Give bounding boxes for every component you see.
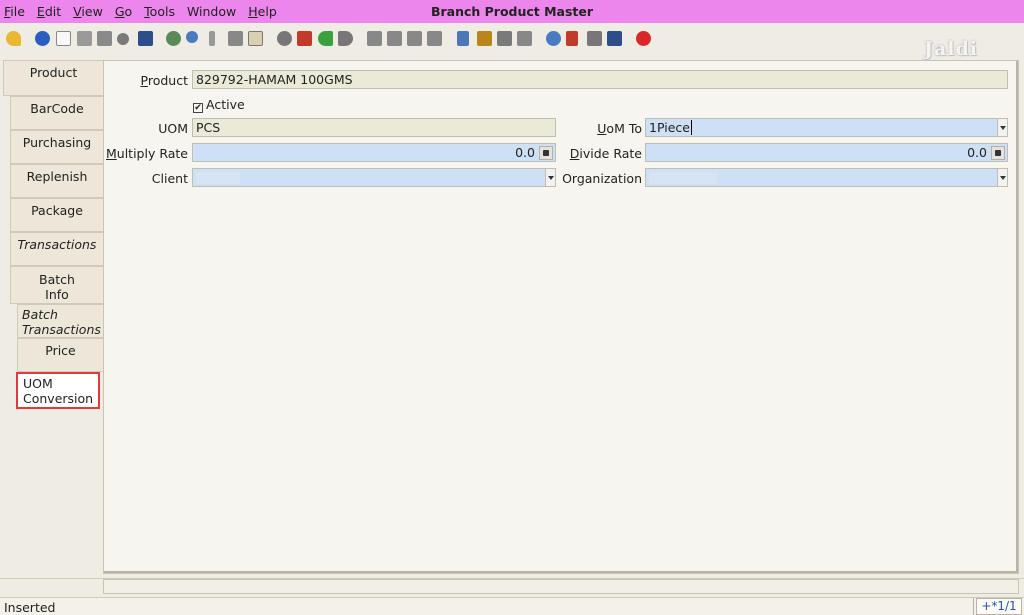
uom-to-label: UoM To <box>597 121 642 136</box>
status-bar: Inserted +*1/1 <box>0 597 1024 615</box>
uom-field[interactable]: PCS <box>192 118 556 137</box>
history-icon[interactable] <box>248 31 263 46</box>
tab-uom-conversion[interactable]: UOM Conversion <box>16 372 100 409</box>
client-label: Client <box>151 171 188 186</box>
print-icon[interactable] <box>497 31 512 46</box>
uom-to-select[interactable]: 1Piece <box>645 118 1008 137</box>
undo-icon[interactable] <box>6 31 21 46</box>
logo: Jaldi <box>923 38 978 60</box>
toolbar: Jaldi <box>0 26 1024 60</box>
product-field[interactable]: 829792-HAMAM 100GMS <box>192 70 1008 89</box>
tab-package[interactable]: Package <box>10 198 103 232</box>
product-icon[interactable] <box>587 31 602 46</box>
help-icon[interactable] <box>35 31 50 46</box>
organization-label: Organization <box>562 171 642 186</box>
calculator-icon[interactable] <box>539 146 553 160</box>
back-icon[interactable] <box>318 31 333 46</box>
status-divider <box>973 598 974 615</box>
active-checkbox[interactable]: ✔ Active <box>193 97 245 113</box>
new-icon[interactable] <box>56 31 71 46</box>
home-icon[interactable] <box>297 31 312 46</box>
uom-label: UOM <box>158 121 188 136</box>
title-bar: File Edit View Go Tools Window Help Bran… <box>0 0 1024 23</box>
end-icon[interactable] <box>607 31 622 46</box>
first-record-icon[interactable] <box>367 31 382 46</box>
record-indicator[interactable]: +*1/1 <box>976 598 1022 615</box>
chevron-down-icon[interactable] <box>997 169 1007 186</box>
delete-icon[interactable] <box>97 31 112 46</box>
tab-barcode[interactable]: BarCode <box>10 96 103 130</box>
chevron-down-icon[interactable] <box>997 119 1007 136</box>
tab-purchasing[interactable]: Purchasing <box>10 130 103 164</box>
divide-rate-field[interactable]: 0.0 <box>645 143 1008 162</box>
client-value <box>196 172 240 184</box>
previous-record-icon[interactable] <box>387 31 402 46</box>
form-panel <box>103 60 1019 574</box>
last-record-icon[interactable] <box>427 31 442 46</box>
bottom-strip <box>0 578 1024 594</box>
save-icon[interactable] <box>138 31 153 46</box>
calculator-icon[interactable] <box>991 146 1005 160</box>
attachment-icon[interactable] <box>209 31 215 46</box>
product-label: Product <box>140 73 188 88</box>
client-select[interactable] <box>192 168 556 187</box>
window-title: Branch Product Master <box>430 4 594 19</box>
refresh-icon[interactable] <box>166 31 181 46</box>
status-text: Inserted <box>4 600 56 615</box>
workflow-icon[interactable] <box>566 31 578 46</box>
organization-value <box>649 172 717 184</box>
tab-replenish[interactable]: Replenish <box>10 164 103 198</box>
tools-icon[interactable] <box>117 33 129 45</box>
print-preview-icon[interactable] <box>477 31 492 46</box>
tab-batch-info[interactable]: Batch Info <box>10 266 103 304</box>
find-icon[interactable] <box>186 31 198 43</box>
tab-product[interactable]: Product <box>3 60 103 96</box>
divide-rate-label: Divide Rate <box>569 146 642 161</box>
checkmark-icon: ✔ <box>193 103 203 113</box>
organization-select[interactable] <box>645 168 1008 187</box>
multiply-rate-field[interactable]: 0.0 <box>192 143 556 162</box>
horizontal-scrollbar[interactable] <box>103 579 1019 594</box>
report-icon[interactable] <box>457 31 469 46</box>
request-icon[interactable] <box>517 31 532 46</box>
tab-transactions[interactable]: Transactions <box>10 232 103 266</box>
archive-icon[interactable] <box>277 31 292 46</box>
chat-icon[interactable] <box>228 31 243 46</box>
multiply-rate-label: Multiply Rate <box>105 146 188 161</box>
copy-icon[interactable] <box>77 31 92 46</box>
tab-price[interactable]: Price <box>17 338 103 372</box>
forward-icon[interactable] <box>338 31 353 46</box>
zoom-icon[interactable] <box>546 31 561 46</box>
next-record-icon[interactable] <box>407 31 422 46</box>
tab-batch-transactions[interactable]: Batch Transactions <box>17 304 103 338</box>
close-icon[interactable] <box>636 31 651 46</box>
